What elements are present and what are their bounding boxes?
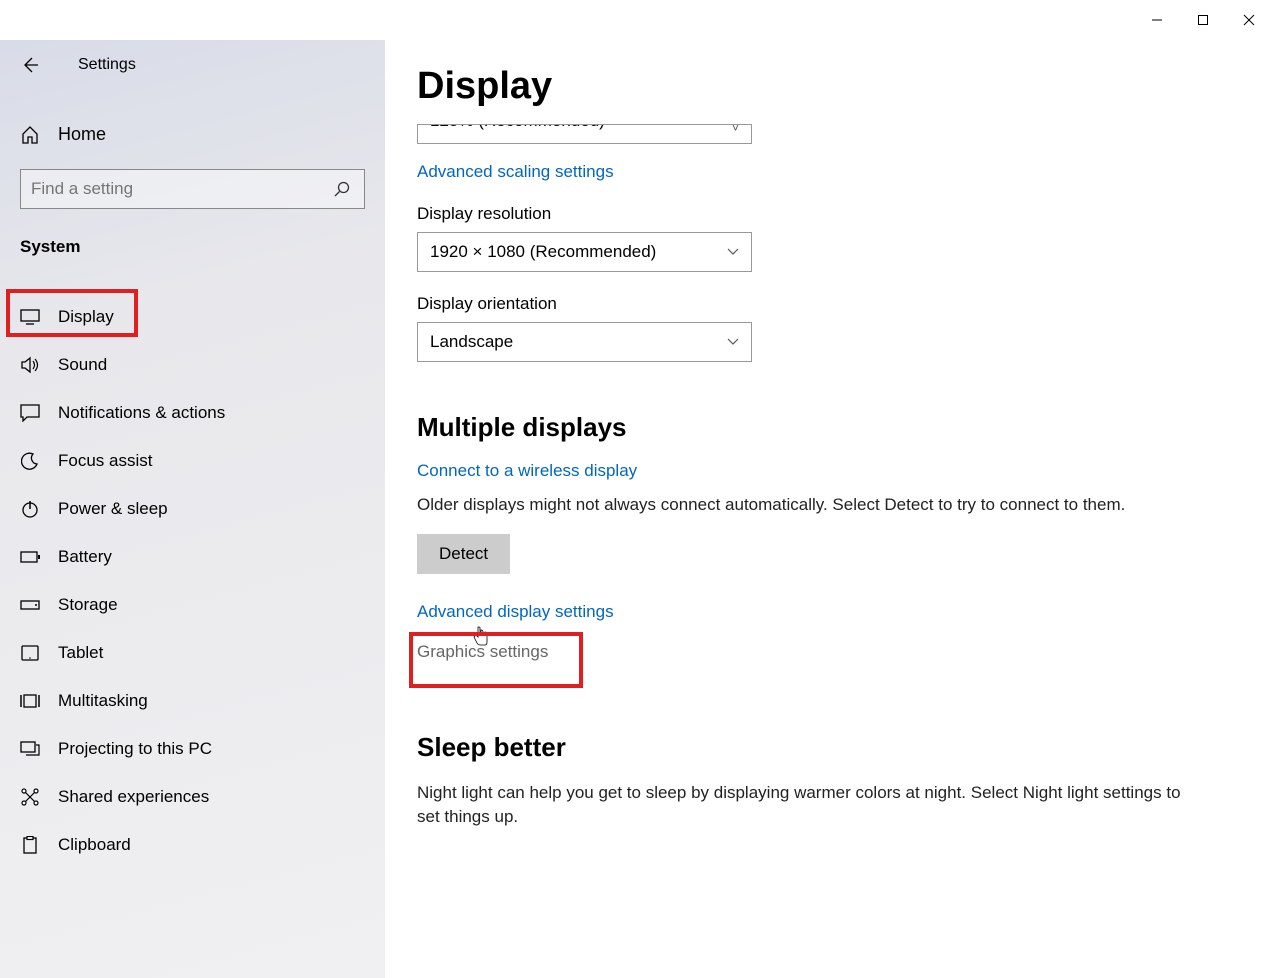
sidebar-item-power-sleep[interactable]: Power & sleep <box>0 485 385 533</box>
chevron-down-icon <box>727 338 739 346</box>
sleep-better-text: Night light can help you get to sleep by… <box>417 781 1197 830</box>
sidebar-item-label: Projecting to this PC <box>58 739 212 759</box>
chevron-down-icon <box>727 248 739 256</box>
sidebar-item-multitasking[interactable]: Multitasking <box>0 677 385 725</box>
search-container <box>0 159 385 227</box>
clipboard-icon <box>20 836 40 854</box>
window-controls <box>1134 4 1272 36</box>
chevron-down-icon: ˅ <box>732 124 739 135</box>
sidebar-item-home[interactable]: Home <box>0 110 385 159</box>
search-icon <box>334 181 350 197</box>
message-icon <box>20 404 40 422</box>
content-area: Settings Home System <box>0 40 1272 978</box>
close-button[interactable] <box>1226 4 1272 36</box>
sidebar-item-display[interactable]: Display <box>0 293 385 341</box>
sidebar-item-label: Sound <box>58 355 107 375</box>
power-icon <box>20 500 40 518</box>
sidebar-item-label: Clipboard <box>58 835 131 855</box>
project-icon <box>20 741 40 757</box>
minimize-button[interactable] <box>1134 4 1180 36</box>
tablet-icon <box>20 645 40 661</box>
detect-button[interactable]: Detect <box>417 534 510 574</box>
maximize-icon <box>1197 14 1209 26</box>
sidebar-item-battery[interactable]: Battery <box>0 533 385 581</box>
sidebar-item-label: Multitasking <box>58 691 148 711</box>
sidebar-header: Settings <box>0 40 385 90</box>
graphics-settings-link[interactable]: Graphics settings <box>417 642 548 662</box>
sidebar-nav: Display Sound Notifications & actions Fo… <box>0 265 385 869</box>
sidebar-category: System <box>0 227 385 265</box>
sidebar-item-label: Home <box>58 124 106 145</box>
sidebar-item-notifications[interactable]: Notifications & actions <box>0 389 385 437</box>
sidebar-item-sound[interactable]: Sound <box>0 341 385 389</box>
back-button[interactable] <box>20 50 50 80</box>
sidebar-item-focus-assist[interactable]: Focus assist <box>0 437 385 485</box>
detect-hint-text: Older displays might not always connect … <box>417 493 1197 518</box>
advanced-display-link[interactable]: Advanced display settings <box>417 602 1232 622</box>
sidebar-item-label: Notifications & actions <box>58 403 225 423</box>
app-title: Settings <box>78 56 136 74</box>
resolution-label: Display resolution <box>417 204 1232 224</box>
close-icon <box>1243 14 1255 26</box>
scale-dropdown-value: 125% (Recommended) <box>430 124 605 131</box>
titlebar <box>0 0 1272 40</box>
connect-wireless-link[interactable]: Connect to a wireless display <box>417 461 637 481</box>
sidebar-item-storage[interactable]: Storage <box>0 581 385 629</box>
sleep-better-heading: Sleep better <box>417 732 1232 763</box>
arrow-left-icon <box>20 55 40 75</box>
sound-icon <box>20 356 40 374</box>
storage-icon <box>20 599 40 611</box>
search-box[interactable] <box>20 169 365 209</box>
scale-dropdown[interactable]: 125% (Recommended) ˅ <box>417 124 752 144</box>
minimize-icon <box>1151 14 1163 26</box>
settings-window: Settings Home System <box>0 0 1272 978</box>
multitask-icon <box>20 693 40 709</box>
sidebar-item-label: Display <box>58 307 114 327</box>
sidebar: Settings Home System <box>0 40 385 978</box>
sidebar-item-label: Battery <box>58 547 112 567</box>
page-title: Display <box>417 65 1232 108</box>
main-panel: Display 125% (Recommended) ˅ Advanced sc… <box>385 40 1272 978</box>
sidebar-item-label: Storage <box>58 595 118 615</box>
sidebar-item-projecting[interactable]: Projecting to this PC <box>0 725 385 773</box>
maximize-button[interactable] <box>1180 4 1226 36</box>
orientation-dropdown-value: Landscape <box>430 332 513 352</box>
multiple-displays-heading: Multiple displays <box>417 412 1232 443</box>
sidebar-item-label: Shared experiences <box>58 787 209 807</box>
sidebar-item-tablet[interactable]: Tablet <box>0 629 385 677</box>
orientation-label: Display orientation <box>417 294 1232 314</box>
share-icon <box>20 788 40 806</box>
resolution-dropdown[interactable]: 1920 × 1080 (Recommended) <box>417 232 752 272</box>
resolution-dropdown-value: 1920 × 1080 (Recommended) <box>430 242 656 262</box>
sidebar-item-label: Tablet <box>58 643 103 663</box>
search-input[interactable] <box>31 179 354 199</box>
home-icon <box>20 125 40 145</box>
sidebar-item-shared-experiences[interactable]: Shared experiences <box>0 773 385 821</box>
sidebar-item-clipboard[interactable]: Clipboard <box>0 821 385 869</box>
orientation-dropdown[interactable]: Landscape <box>417 322 752 362</box>
sidebar-item-label: Focus assist <box>58 451 152 471</box>
sidebar-item-label: Power & sleep <box>58 499 168 519</box>
advanced-scaling-link[interactable]: Advanced scaling settings <box>417 162 614 182</box>
battery-icon <box>20 551 40 563</box>
moon-icon <box>20 452 40 470</box>
monitor-icon <box>20 309 40 325</box>
